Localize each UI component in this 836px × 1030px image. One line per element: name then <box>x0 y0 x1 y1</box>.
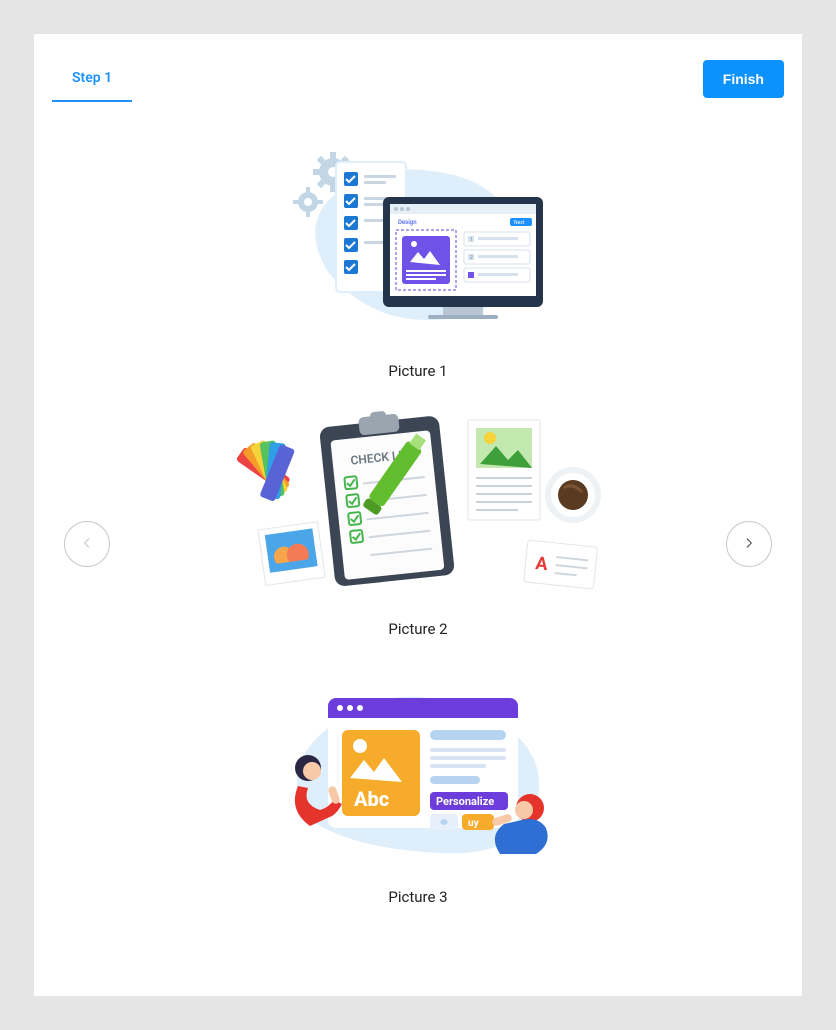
image-block-text: Abc <box>354 787 389 811</box>
buy-button-text: uy <box>468 818 480 829</box>
list-item: Abc Personalize uy <box>268 668 568 906</box>
finish-button[interactable]: Finish <box>703 60 784 98</box>
svg-text:2: 2 <box>470 255 473 261</box>
item-label: Picture 1 <box>388 362 447 380</box>
content: Design Next 1 2 Picture 1 <box>52 142 784 906</box>
chevron-right-icon <box>742 535 756 554</box>
tabs: Step 1 <box>52 60 132 102</box>
illustration-personalize: Abc Personalize uy <box>268 668 568 868</box>
list-item: Design Next 1 2 Picture 1 <box>278 142 558 380</box>
previous-button[interactable] <box>64 521 110 567</box>
list-item: CHECK LIST <box>228 410 608 638</box>
illustration-desk-items: CHECK LIST <box>228 410 608 600</box>
tab-step-1[interactable]: Step 1 <box>52 60 132 102</box>
illustration-monitor-checklist: Design Next 1 2 <box>278 142 558 342</box>
next-button[interactable] <box>726 521 772 567</box>
item-label: Picture 3 <box>388 888 447 906</box>
wizard-card: Step 1 Finish <box>34 34 802 996</box>
header: Step 1 Finish <box>52 60 784 102</box>
svg-text:Next: Next <box>514 220 525 226</box>
personalize-button-text: Personalize <box>436 795 494 808</box>
chevron-left-icon <box>80 535 94 554</box>
svg-text:1: 1 <box>470 237 473 243</box>
svg-text:Design: Design <box>398 219 417 226</box>
item-label: Picture 2 <box>388 620 447 638</box>
